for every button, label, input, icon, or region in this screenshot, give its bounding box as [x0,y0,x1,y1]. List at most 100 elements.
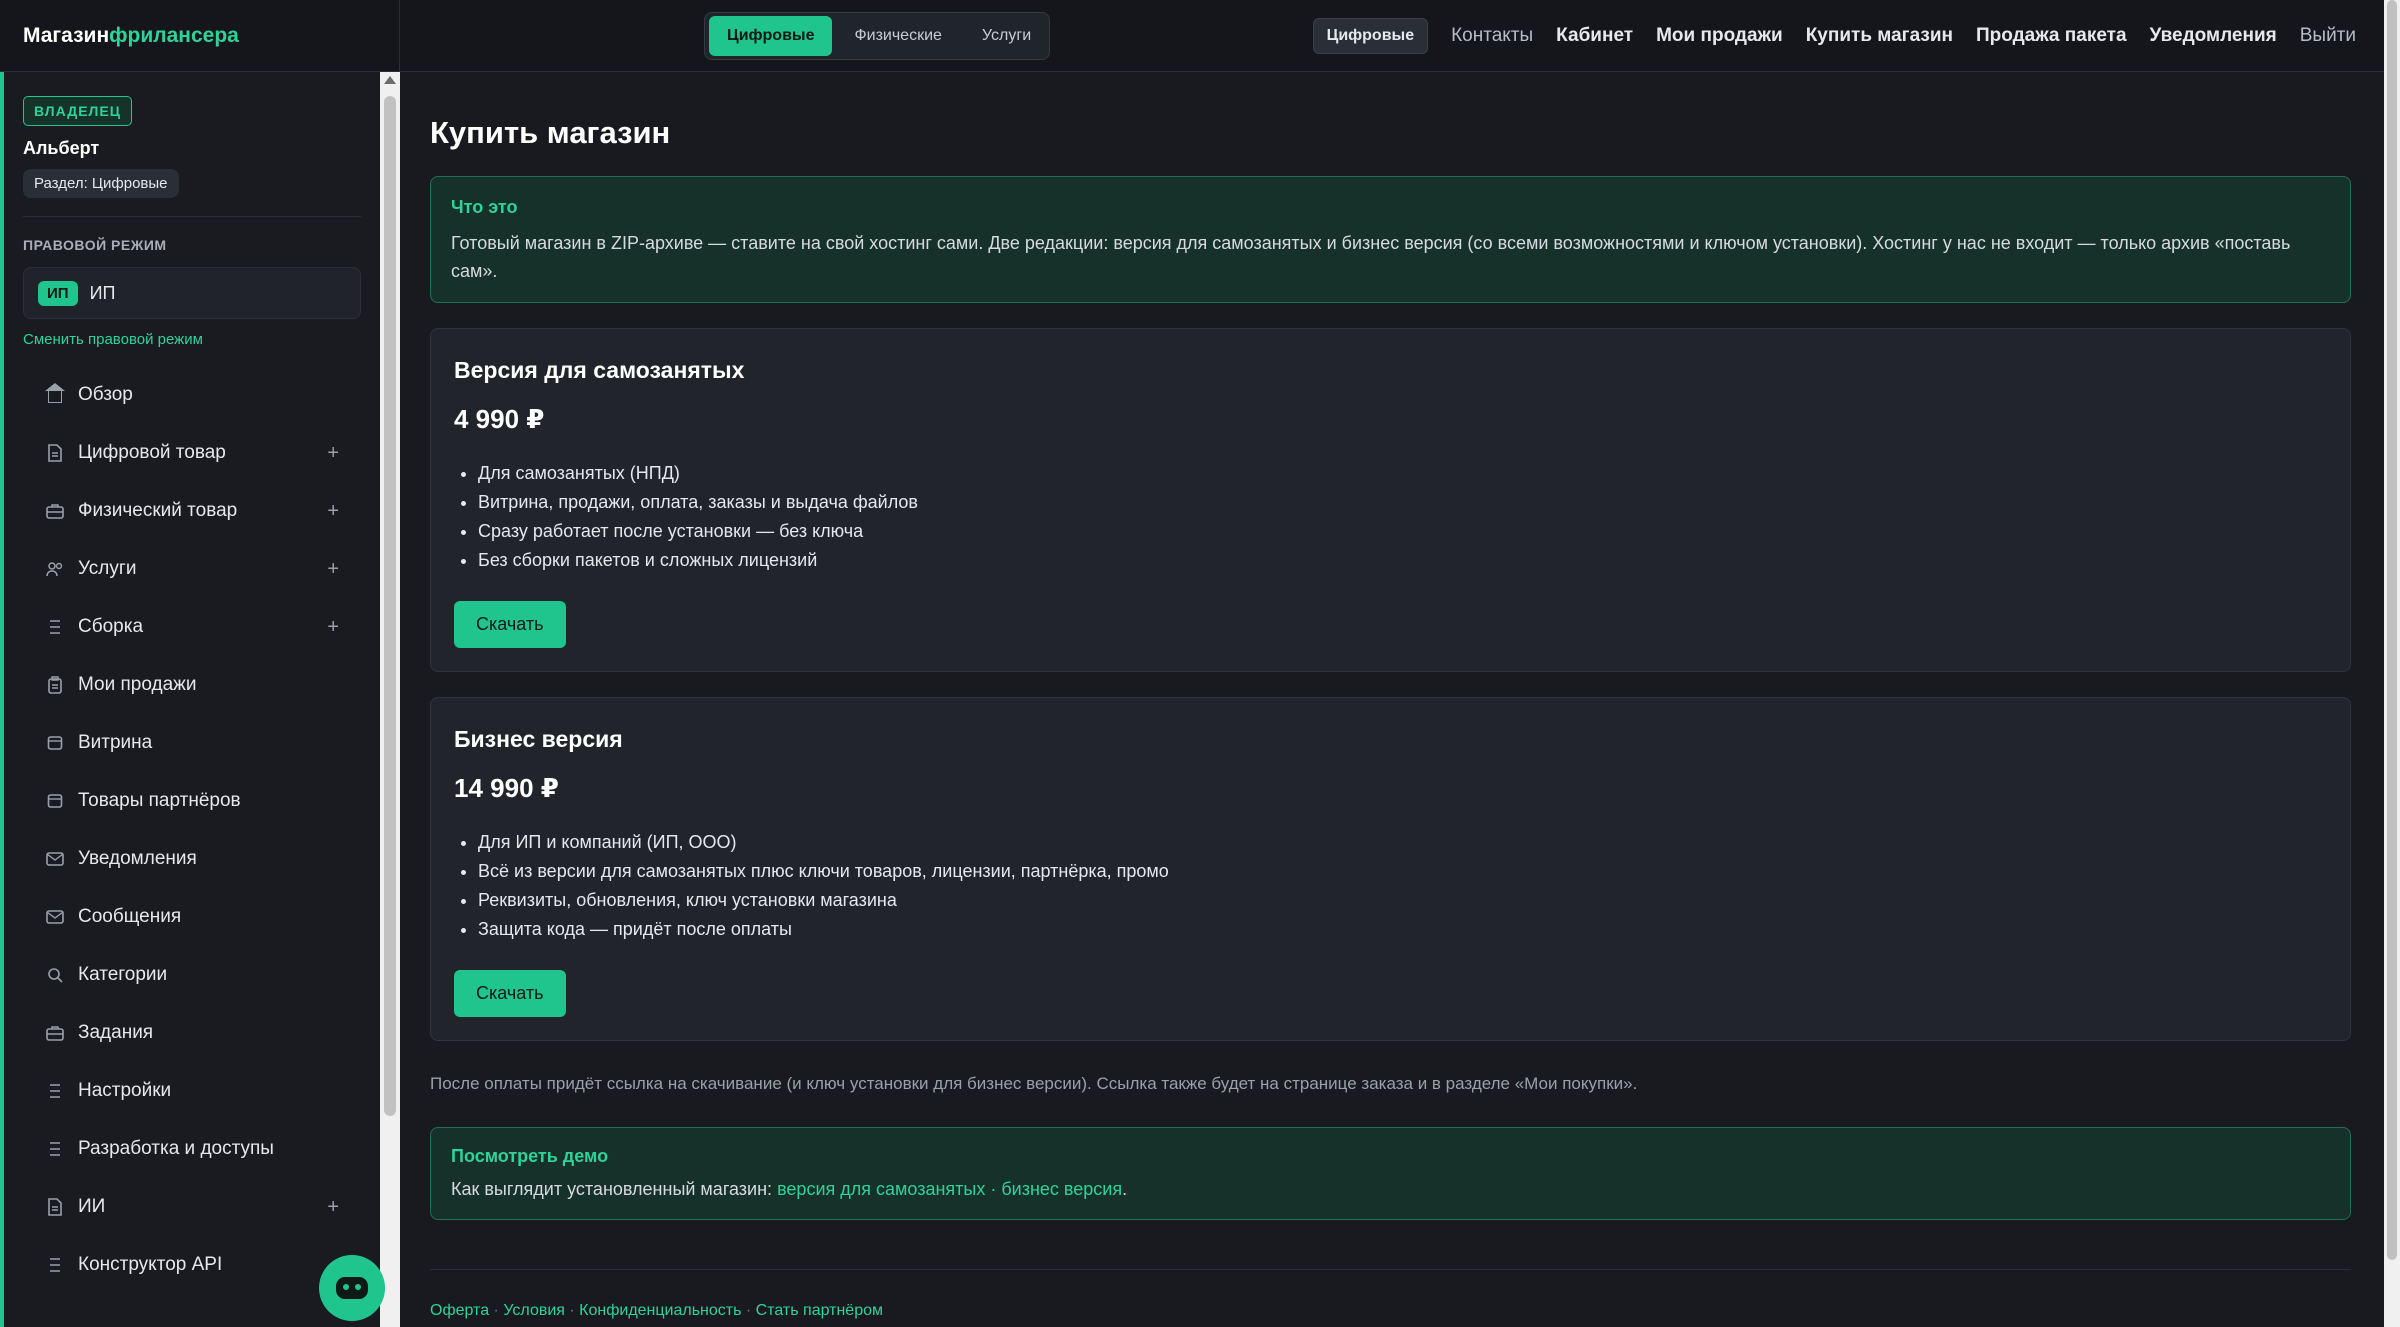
sidebar-item-label: Товары партнёров [78,790,241,811]
sidebar-item-label: Обзор [78,384,133,405]
sidebar-item-label: Витрина [78,732,153,753]
page-title: Купить магазин [430,115,671,150]
sidebar-item-notifications[interactable]: Уведомления [23,830,361,888]
sidebar-item-services[interactable]: Услуги + [23,540,361,598]
info-box: Что это Готовый магазин в ZIP-архиве — с… [430,176,2351,303]
sidebar-item-partner-goods[interactable]: Товары партнёров [23,772,361,830]
nav-contacts[interactable]: Контакты [1451,25,1533,47]
expand-plus-icon[interactable]: + [327,616,339,639]
briefcase-icon [46,1024,64,1042]
scroll-up-arrow-icon[interactable] [384,76,396,84]
plan-feature: Витрина, продажи, оплата, заказы и выдач… [478,488,2327,517]
footer-link-become-partner[interactable]: Стать партнёром [756,1302,883,1319]
sidebar-item-categories[interactable]: Категории [23,946,361,1004]
section-chip: Раздел: Цифровые [23,169,179,198]
page-scroll-thumb[interactable] [2387,0,2397,1260]
nav-notifications[interactable]: Уведомления [2150,25,2277,47]
demo-text: Как выглядит установленный магазин: верс… [451,1179,2330,1200]
plan-feature: Без сборки пакетов и сложных лицензий [478,546,2327,575]
footer-separator: · [741,1302,756,1319]
sidebar-item-label: Мои продажи [78,674,197,695]
list-icon [46,1082,64,1100]
info-text: Готовый магазин в ZIP-архиве — ставите н… [451,233,2291,281]
info-heading: Что это [451,197,518,217]
plan-feature: Для самозанятых (НПД) [478,459,2327,488]
plan-feature: Для ИП и компаний (ИП, ООО) [478,828,2327,857]
search-icon [46,966,64,984]
list-icon [46,1140,64,1158]
sidebar-item-development[interactable]: Разработка и доступы [23,1120,361,1178]
change-regime-link[interactable]: Сменить правовой режим [23,331,361,348]
sidebar-item-label: ИИ [78,1196,106,1217]
mail-icon [46,850,64,868]
plan-price: 14 990 ₽ [454,773,559,803]
brand-logo[interactable]: Магазин фрилансера [0,0,400,72]
regime-chip: ИП [38,280,78,306]
current-section-pill[interactable]: Цифровые [1312,18,1429,54]
plan-feature: Реквизиты, обновления, ключ установки ма… [478,886,2327,915]
sidebar-item-api-builder[interactable]: Конструктор API [23,1236,361,1294]
expand-plus-icon[interactable]: + [327,1196,339,1219]
demo-link-business[interactable]: бизнес версия [1001,1179,1122,1199]
document-icon [46,1198,64,1216]
role-badge: ВЛАДЕЛЕЦ [23,96,132,126]
sidebar-item-assembly[interactable]: Сборка + [23,598,361,656]
sidebar-nav: Обзор Цифровой товар + Физический товар … [23,366,361,1294]
footer-link-terms[interactable]: Условия [503,1302,565,1319]
download-self-employed-button[interactable]: Скачать [454,601,566,648]
plan-price: 4 990 ₽ [454,404,545,434]
sidebar-item-label: Цифровой товар [78,442,226,463]
nav-my-sales[interactable]: Мои продажи [1656,25,1783,47]
footer-link-privacy[interactable]: Конфиденциальность [579,1302,741,1319]
brand-part-2: фрилансера [109,24,239,47]
expand-plus-icon[interactable]: + [327,442,339,465]
nav-sell-package[interactable]: Продажа пакета [1976,25,2127,47]
segment-digital[interactable]: Цифровые [709,16,833,56]
clipboard-icon [46,676,64,694]
briefcase-icon [46,502,64,520]
plan-title: Версия для самозанятых [454,357,745,383]
plan-feature: Защита кода — придёт после оплаты [478,915,2327,944]
payment-note: После оплаты придёт ссылка на скачивание… [430,1074,1638,1093]
sidebar-item-messages[interactable]: Сообщения [23,888,361,946]
sidebar-item-ai[interactable]: ИИ + [23,1178,361,1236]
plan-feature: Сразу работает после установки — без клю… [478,517,2327,546]
sidebar-item-label: Сообщения [78,906,182,927]
expand-plus-icon[interactable]: + [327,558,339,581]
demo-separator: · [985,1179,1002,1199]
top-nav: Цифровые Контакты Кабинет Мои продажи Ку… [1312,0,2356,72]
download-business-button[interactable]: Скачать [454,970,566,1017]
segment-physical[interactable]: Физические [836,16,959,56]
sidebar-item-my-sales[interactable]: Мои продажи [23,656,361,714]
sidebar-item-storefront[interactable]: Витрина [23,714,361,772]
section-switcher: Цифровые Физические Услуги [704,12,1050,60]
sidebar-item-label: Сборка [78,616,144,637]
footer-links: Оферта · Условия · Конфиденциальность · … [430,1302,2351,1320]
sidebar-scrollbar[interactable] [380,72,400,1327]
sidebar-item-digital-goods[interactable]: Цифровой товар + [23,424,361,482]
footer-link-offer[interactable]: Оферта [430,1302,489,1319]
sidebar-item-label: Разработка и доступы [78,1138,274,1159]
nav-cabinet[interactable]: Кабинет [1556,25,1633,47]
plan-card-self-employed: Версия для самозанятых 4 990 ₽ Для самоз… [430,328,2351,672]
segment-services[interactable]: Услуги [964,16,1049,56]
storefront-icon [46,792,64,810]
home-icon [45,383,65,404]
sidebar-item-label: Услуги [78,558,137,579]
nav-buy-shop[interactable]: Купить магазин [1806,25,1953,47]
robot-icon [336,1277,368,1299]
sidebar-divider [23,216,361,217]
page-scrollbar[interactable] [2384,0,2400,1327]
expand-plus-icon[interactable]: + [327,500,339,523]
sidebar-item-physical-goods[interactable]: Физический товар + [23,482,361,540]
nav-logout[interactable]: Выйти [2300,25,2356,47]
sidebar-item-settings[interactable]: Настройки [23,1062,361,1120]
assistant-bot-button[interactable] [319,1255,385,1321]
storefront-icon [46,734,64,752]
brand-part-1: Магазин [23,24,110,47]
sidebar-scroll-thumb[interactable] [384,96,396,1116]
sidebar-item-overview[interactable]: Обзор [23,366,361,424]
sidebar-item-tasks[interactable]: Задания [23,1004,361,1062]
sidebar: ВЛАДЕЛЕЦ Альберт Раздел: Цифровые ПРАВОВ… [0,72,380,1327]
demo-link-self-employed[interactable]: версия для самозанятых [777,1179,985,1199]
